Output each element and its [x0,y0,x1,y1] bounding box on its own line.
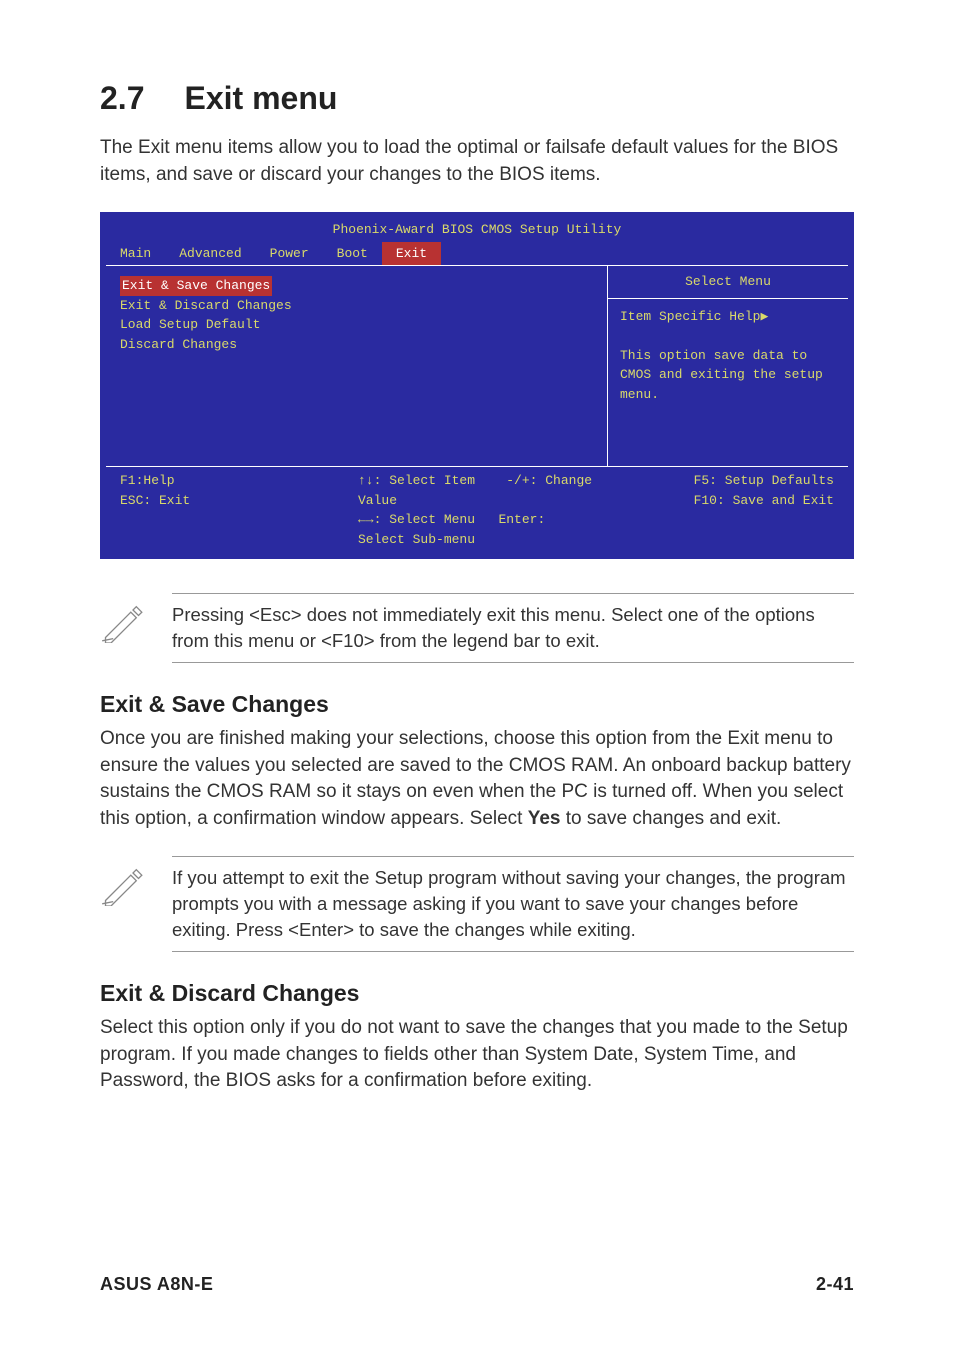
select-item: : Select Item [374,473,475,488]
bios-right-help: Item Specific Help▶ This option save dat… [608,299,848,467]
page-footer: ASUS A8N-E 2-41 [100,1274,854,1295]
bios-tab-exit: Exit [382,242,441,266]
esc-exit: ESC: Exit [120,493,190,508]
note-1: Pressing <Esc> does not immediately exit… [100,593,854,663]
bios-right-panel: Select Menu Item Specific Help▶ This opt… [608,266,848,466]
bios-help-label: Item Specific Help [620,309,760,324]
bios-tab-main: Main [106,242,165,266]
exit-save-body: Once you are finished making your select… [100,726,854,832]
bios-help-text: This option save data to CMOS and exitin… [620,348,823,402]
footer-left: ASUS A8N-E [100,1274,213,1295]
select-menu: : Select Menu [374,512,475,527]
bios-footer: F1:Help ESC: Exit ↑↓: Select Item -/+: C… [106,466,848,553]
bios-footer-mid: ↑↓: Select Item -/+: Change Value ←→: Se… [358,471,596,549]
page-heading: 2.7 Exit menu [100,80,854,117]
save-exit: F10: Save and Exit [694,493,834,508]
pen-icon [100,599,144,643]
intro-text: The Exit menu items allow you to load th… [100,135,854,188]
bios-left-panel: Exit & Save Changes Exit & Discard Chang… [106,266,608,466]
bios-right-title: Select Menu [608,266,848,299]
bios-item-discard-exit: Exit & Discard Changes [120,296,593,316]
footer-right: 2-41 [816,1274,854,1295]
note-2: If you attempt to exit the Setup program… [100,856,854,952]
exit-discard-body: Select this option only if you do not wa… [100,1015,854,1095]
bios-body: Exit & Save Changes Exit & Discard Chang… [106,266,848,466]
exit-save-text-2: to save changes and exit. [561,808,782,829]
note-2-text: If you attempt to exit the Setup program… [172,865,854,943]
bios-footer-right: F5: Setup Defaults F10: Save and Exit [596,471,834,510]
setup-defaults: F5: Setup Defaults [694,473,834,488]
f1-help: F1:Help [120,473,175,488]
bios-tab-power: Power [256,242,323,266]
bios-tab-boot: Boot [323,242,382,266]
bios-tab-advanced: Advanced [165,242,255,266]
bios-item-discard: Discard Changes [120,335,593,355]
bios-item-save: Exit & Save Changes [120,276,272,296]
section-number: 2.7 [100,80,144,116]
exit-save-heading: Exit & Save Changes [100,691,854,718]
bios-title: Phoenix-Award BIOS CMOS Setup Utility [106,218,848,242]
bios-tabs: Main Advanced Power Boot Exit [106,242,848,267]
note-1-text: Pressing <Esc> does not immediately exit… [172,602,854,654]
bios-item-load-default: Load Setup Default [120,315,593,335]
arrows-vertical-icon: ↑↓ [358,473,374,488]
yes-label: Yes [528,808,561,829]
bios-screenshot: Phoenix-Award BIOS CMOS Setup Utility Ma… [100,212,854,559]
arrows-horizontal-icon: ←→ [358,512,374,527]
triangle-right-icon: ▶ [760,309,768,324]
section-title: Exit menu [184,80,337,116]
pen-icon [100,862,144,906]
bios-footer-left: F1:Help ESC: Exit [120,471,358,510]
exit-discard-heading: Exit & Discard Changes [100,980,854,1007]
